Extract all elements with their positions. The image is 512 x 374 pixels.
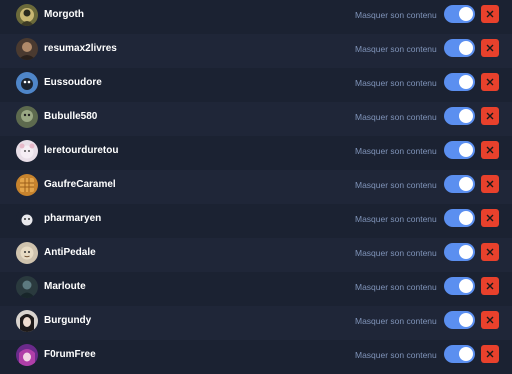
username: F0rumFree: [44, 349, 96, 360]
mask-content-toggle[interactable]: [444, 5, 475, 23]
mask-content-toggle[interactable]: [444, 175, 475, 193]
username: resumax2livres: [44, 43, 117, 54]
list-item: resumax2livres Masquer son contenu: [0, 34, 512, 68]
remove-button[interactable]: [481, 5, 499, 23]
toggle-knob: [459, 75, 473, 89]
toggle-knob: [459, 313, 473, 327]
avatar: [16, 4, 38, 26]
list-item: Eussoudore Masquer son contenu: [0, 68, 512, 102]
remove-button[interactable]: [481, 277, 499, 295]
avatar: [16, 344, 38, 366]
list-item: GaufreCaramel Masquer son contenu: [0, 170, 512, 204]
list-item: AntiPedale Masquer son contenu: [0, 238, 512, 272]
remove-button[interactable]: [481, 39, 499, 57]
close-icon: [486, 350, 494, 358]
remove-button[interactable]: [481, 243, 499, 261]
toggle-knob: [459, 177, 473, 191]
close-icon: [486, 282, 494, 290]
close-icon: [486, 180, 494, 188]
mask-content-label: Masquer son contenu: [355, 146, 437, 156]
remove-button[interactable]: [481, 345, 499, 363]
mask-content-label: Masquer son contenu: [355, 180, 437, 190]
list-item: Bubulle580 Masquer son contenu: [0, 102, 512, 136]
avatar: [16, 242, 38, 264]
mask-content-toggle[interactable]: [444, 311, 475, 329]
list-item: F0rumFree Masquer son contenu: [0, 340, 512, 374]
avatar: [16, 310, 38, 332]
toggle-knob: [459, 279, 473, 293]
list-item: Morgoth Masquer son contenu: [0, 0, 512, 34]
close-icon: [486, 214, 494, 222]
mask-content-label: Masquer son contenu: [355, 350, 437, 360]
close-icon: [486, 10, 494, 18]
mask-content-label: Masquer son contenu: [355, 44, 437, 54]
mask-content-label: Masquer son contenu: [355, 10, 437, 20]
remove-button[interactable]: [481, 73, 499, 91]
toggle-knob: [459, 211, 473, 225]
mask-content-label: Masquer son contenu: [355, 112, 437, 122]
remove-button[interactable]: [481, 141, 499, 159]
toggle-knob: [459, 245, 473, 259]
toggle-knob: [459, 41, 473, 55]
mask-content-label: Masquer son contenu: [355, 282, 437, 292]
username: Eussoudore: [44, 77, 102, 88]
mask-content-toggle[interactable]: [444, 141, 475, 159]
username: Morgoth: [44, 9, 84, 20]
avatar: [16, 140, 38, 162]
mask-content-toggle[interactable]: [444, 345, 475, 363]
close-icon: [486, 44, 494, 52]
list-item: Marloute Masquer son contenu: [0, 272, 512, 306]
remove-button[interactable]: [481, 311, 499, 329]
remove-button[interactable]: [481, 107, 499, 125]
list-item: Burgundy Masquer son contenu: [0, 306, 512, 340]
avatar: [16, 72, 38, 94]
toggle-knob: [459, 347, 473, 361]
toggle-knob: [459, 109, 473, 123]
avatar: [16, 276, 38, 298]
username: AntiPedale: [44, 247, 96, 258]
remove-button[interactable]: [481, 209, 499, 227]
username: Marloute: [44, 281, 86, 292]
close-icon: [486, 248, 494, 256]
mask-content-label: Masquer son contenu: [355, 78, 437, 88]
username: GaufreCaramel: [44, 179, 116, 190]
username: Bubulle580: [44, 111, 98, 122]
username: Burgundy: [44, 315, 92, 326]
avatar: [16, 174, 38, 196]
mask-content-toggle[interactable]: [444, 243, 475, 261]
mask-content-label: Masquer son contenu: [355, 248, 437, 258]
avatar: [16, 106, 38, 128]
close-icon: [486, 316, 494, 324]
list-item: leretourduretou Masquer son contenu: [0, 136, 512, 170]
mask-content-toggle[interactable]: [444, 107, 475, 125]
avatar: [16, 208, 38, 230]
username: leretourduretou: [44, 145, 119, 156]
username: pharmaryen: [44, 213, 102, 224]
close-icon: [486, 146, 494, 154]
mask-content-toggle[interactable]: [444, 39, 475, 57]
close-icon: [486, 78, 494, 86]
mask-content-label: Masquer son contenu: [355, 316, 437, 326]
remove-button[interactable]: [481, 175, 499, 193]
toggle-knob: [459, 143, 473, 157]
avatar: [16, 38, 38, 60]
mask-content-label: Masquer son contenu: [355, 214, 437, 224]
mask-content-toggle[interactable]: [444, 277, 475, 295]
close-icon: [486, 112, 494, 120]
toggle-knob: [459, 7, 473, 21]
list-item: pharmaryen Masquer son contenu: [0, 204, 512, 238]
mask-content-toggle[interactable]: [444, 209, 475, 227]
mask-content-toggle[interactable]: [444, 73, 475, 91]
